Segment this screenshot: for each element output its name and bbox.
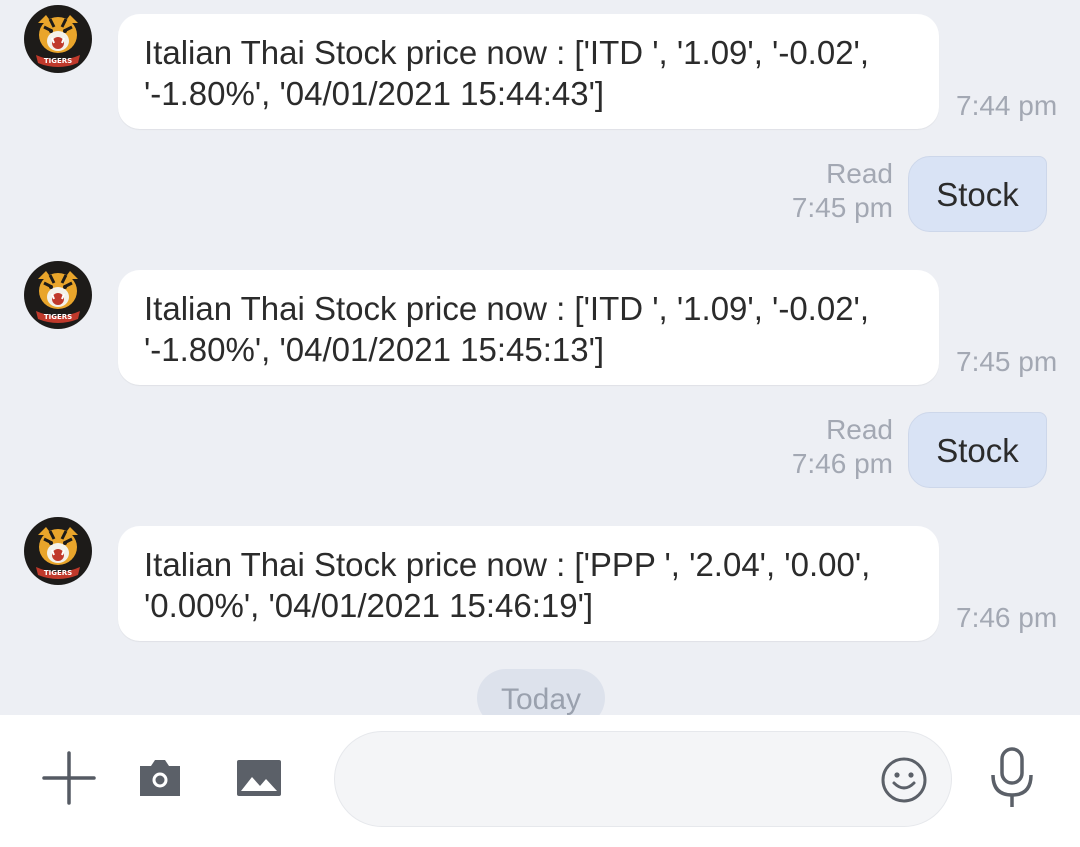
camera-icon[interactable] — [137, 757, 183, 799]
tiger-avatar[interactable]: TIGERS — [24, 5, 92, 73]
incoming-message-bubble[interactable]: Italian Thai Stock price now : ['ITD ', … — [118, 270, 939, 385]
image-icon[interactable] — [236, 759, 282, 797]
microphone-icon[interactable] — [988, 747, 1036, 809]
chat-history[interactable]: TIGERS Italian Thai Stock price now : ['… — [0, 0, 1080, 715]
message-timestamp: 7:44 pm — [956, 90, 1058, 121]
tiger-logo-icon: TIGERS — [25, 262, 91, 328]
tiger-avatar[interactable]: TIGERS — [24, 261, 92, 329]
date-separator: Today — [477, 669, 605, 715]
message-timestamp: 7:45 pm — [956, 346, 1058, 377]
read-status: Read — [826, 158, 893, 189]
message-timestamp: 7:46 pm — [791, 448, 893, 479]
message-input-field[interactable] — [334, 731, 952, 827]
tiger-logo-icon: TIGERS — [25, 6, 91, 72]
outgoing-meta: Read 7:46 pm — [753, 413, 893, 481]
message-text-line: Italian Thai Stock price now : ['ITD ', … — [144, 290, 870, 327]
svg-text:TIGERS: TIGERS — [44, 569, 72, 577]
message-text-line: Italian Thai Stock price now : ['ITD ', … — [144, 34, 870, 71]
read-status: Read — [826, 414, 893, 445]
svg-text:TIGERS: TIGERS — [44, 57, 72, 65]
message-input-bar — [0, 715, 1080, 847]
message-text-line: Italian Thai Stock price now : ['PPP ', … — [144, 546, 871, 583]
tiger-logo-icon: TIGERS — [25, 518, 91, 584]
message-timestamp: 7:45 pm — [791, 192, 893, 223]
outgoing-message-bubble[interactable]: Stock — [908, 412, 1047, 488]
message-text-line: '-1.80%', '04/01/2021 15:44:43'] — [144, 75, 605, 112]
outgoing-meta: Read 7:45 pm — [753, 157, 893, 225]
message-timestamp: 7:46 pm — [956, 602, 1058, 633]
message-text-line: '-1.80%', '04/01/2021 15:45:13'] — [144, 331, 605, 368]
outgoing-message-bubble[interactable]: Stock — [908, 156, 1047, 232]
message-text-line: '0.00%', '04/01/2021 15:46:19'] — [144, 587, 594, 624]
incoming-message-bubble[interactable]: Italian Thai Stock price now : ['PPP ', … — [118, 526, 939, 641]
plus-icon[interactable] — [42, 751, 96, 805]
tiger-avatar[interactable]: TIGERS — [24, 517, 92, 585]
svg-text:TIGERS: TIGERS — [44, 313, 72, 321]
emoji-icon[interactable] — [880, 756, 928, 804]
incoming-message-bubble[interactable]: Italian Thai Stock price now : ['ITD ', … — [118, 14, 939, 129]
